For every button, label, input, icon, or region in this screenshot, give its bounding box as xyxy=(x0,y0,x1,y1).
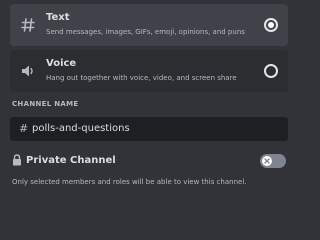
create-channel-panel: Text Send messages, images, GIFs, emoji,… xyxy=(0,0,300,200)
channel-type-text-description: Send messages, images, GIFs, emoji, opin… xyxy=(46,28,245,36)
channel-type-voice-title: Voice xyxy=(46,58,77,69)
text-radio-button[interactable] xyxy=(264,18,278,32)
private-channel-toggle[interactable] xyxy=(260,154,286,168)
speaker-icon xyxy=(22,65,33,77)
channel-name-prefix: # xyxy=(19,122,29,135)
private-channel-description: Only selected members and roles will be … xyxy=(12,178,247,186)
voice-radio-button[interactable] xyxy=(264,64,278,78)
toggle-knob xyxy=(262,156,272,166)
channel-name-label: CHANNEL NAME xyxy=(12,100,79,108)
lock-icon xyxy=(13,154,21,166)
channel-name-input[interactable]: # polls-and-questions xyxy=(10,117,288,141)
close-icon xyxy=(264,158,270,164)
channel-name-value: polls-and-questions xyxy=(32,123,130,134)
channel-type-text-title: Text xyxy=(46,12,70,23)
channel-type-voice-option[interactable]: Voice Hang out together with voice, vide… xyxy=(10,50,288,92)
hash-icon xyxy=(21,18,35,32)
private-channel-row: Private Channel xyxy=(12,152,288,170)
channel-type-voice-description: Hang out together with voice, video, and… xyxy=(46,74,237,82)
channel-type-text-option[interactable]: Text Send messages, images, GIFs, emoji,… xyxy=(10,4,288,46)
private-channel-label: Private Channel xyxy=(26,155,116,166)
